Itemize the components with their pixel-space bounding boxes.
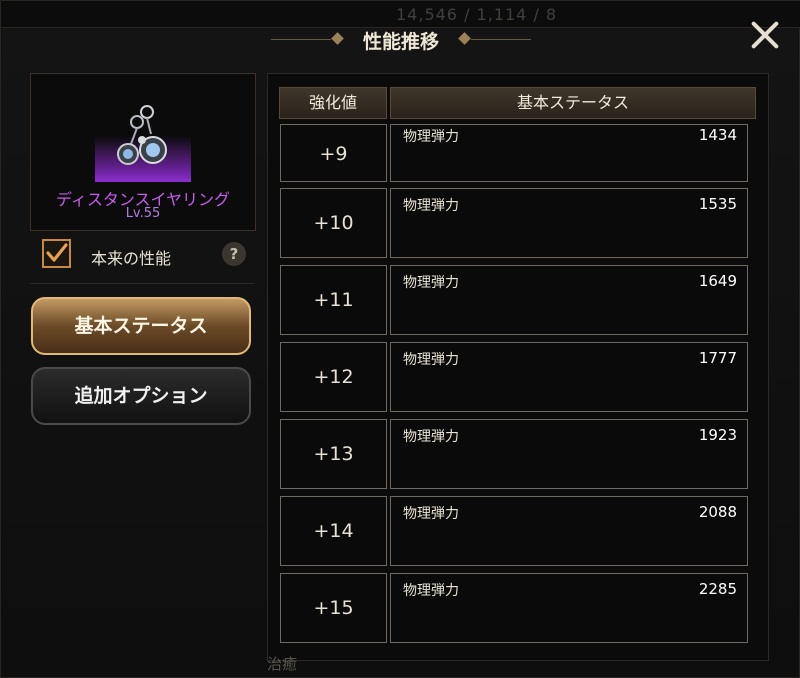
table-scroll-area[interactable]: 強化値 基本ステータス +9 物理弾力 1434 +10 物理弾力 1535 +… [268,74,768,660]
table-row: 物理弾力 2088 [390,496,748,566]
stat-value: 1777 [698,349,737,367]
stat-name: 物理弾力 [403,129,459,145]
table-row: 物理弾力 2285 [390,573,748,643]
table-row: 物理弾力 1535 [390,188,748,258]
stat-name: 物理弾力 [403,429,459,445]
stat-value: 2285 [698,580,737,598]
earring-icon [95,98,191,182]
row-level: +14 [280,496,387,566]
enhancement-table: 強化値 基本ステータス +9 物理弾力 1434 +10 物理弾力 1535 +… [267,73,769,661]
checkmark-icon [46,243,68,262]
row-level: +13 [280,419,387,489]
close-icon[interactable] [745,15,785,55]
table-row: 物理弾力 1923 [390,419,748,489]
background-status-text: 14,546 / 1,114 / 8 [396,5,558,24]
row-level: +9 [280,124,387,182]
original-performance-label: 本来の性能 [91,249,172,268]
table-row: 物理弾力 1777 [390,342,748,412]
table-row: 物理弾力 1649 [390,265,748,335]
stat-name: 物理弾力 [403,506,459,522]
stat-value: 1535 [698,195,737,213]
top-status-strip: 14,546 / 1,114 / 8 [1,1,800,28]
column-header-enhancement: 強化値 [279,87,387,119]
dialog-title-bar: 性能推移 [271,25,531,55]
item-card: ディスタンスイヤリング Lv.55 [30,73,256,231]
stat-value: 1434 [698,126,737,144]
background-footer-text: 治癒 [267,655,298,673]
additional-options-button[interactable]: 追加オプション [31,367,251,425]
table-row: 物理弾力 1434 [390,124,748,182]
row-level: +11 [280,265,387,335]
stat-name: 物理弾力 [403,275,459,291]
divider [30,283,254,284]
basic-status-button[interactable]: 基本ステータス [31,297,251,355]
column-header-basic-status: 基本ステータス [390,87,756,119]
row-level: +15 [280,573,387,643]
stat-value: 1649 [698,272,737,290]
original-performance-checkbox[interactable] [42,239,71,268]
dialog-title: 性能推移 [362,31,439,53]
item-level: Lv.55 [125,206,161,221]
row-level: +10 [280,188,387,258]
stat-name: 物理弾力 [403,352,459,368]
row-level: +12 [280,342,387,412]
original-performance-toggle-row: 本来の性能 ? [39,237,249,271]
stat-name: 物理弾力 [403,583,459,599]
stat-name: 物理弾力 [403,198,459,214]
stat-value: 2088 [698,503,737,521]
stat-value: 1923 [698,426,737,444]
title-ornament-line-right [471,39,531,40]
performance-transition-dialog: 14,546 / 1,114 / 8 性能推移 ディスタンスイヤリング Lv.5… [0,0,800,678]
help-icon[interactable]: ? [222,242,246,266]
